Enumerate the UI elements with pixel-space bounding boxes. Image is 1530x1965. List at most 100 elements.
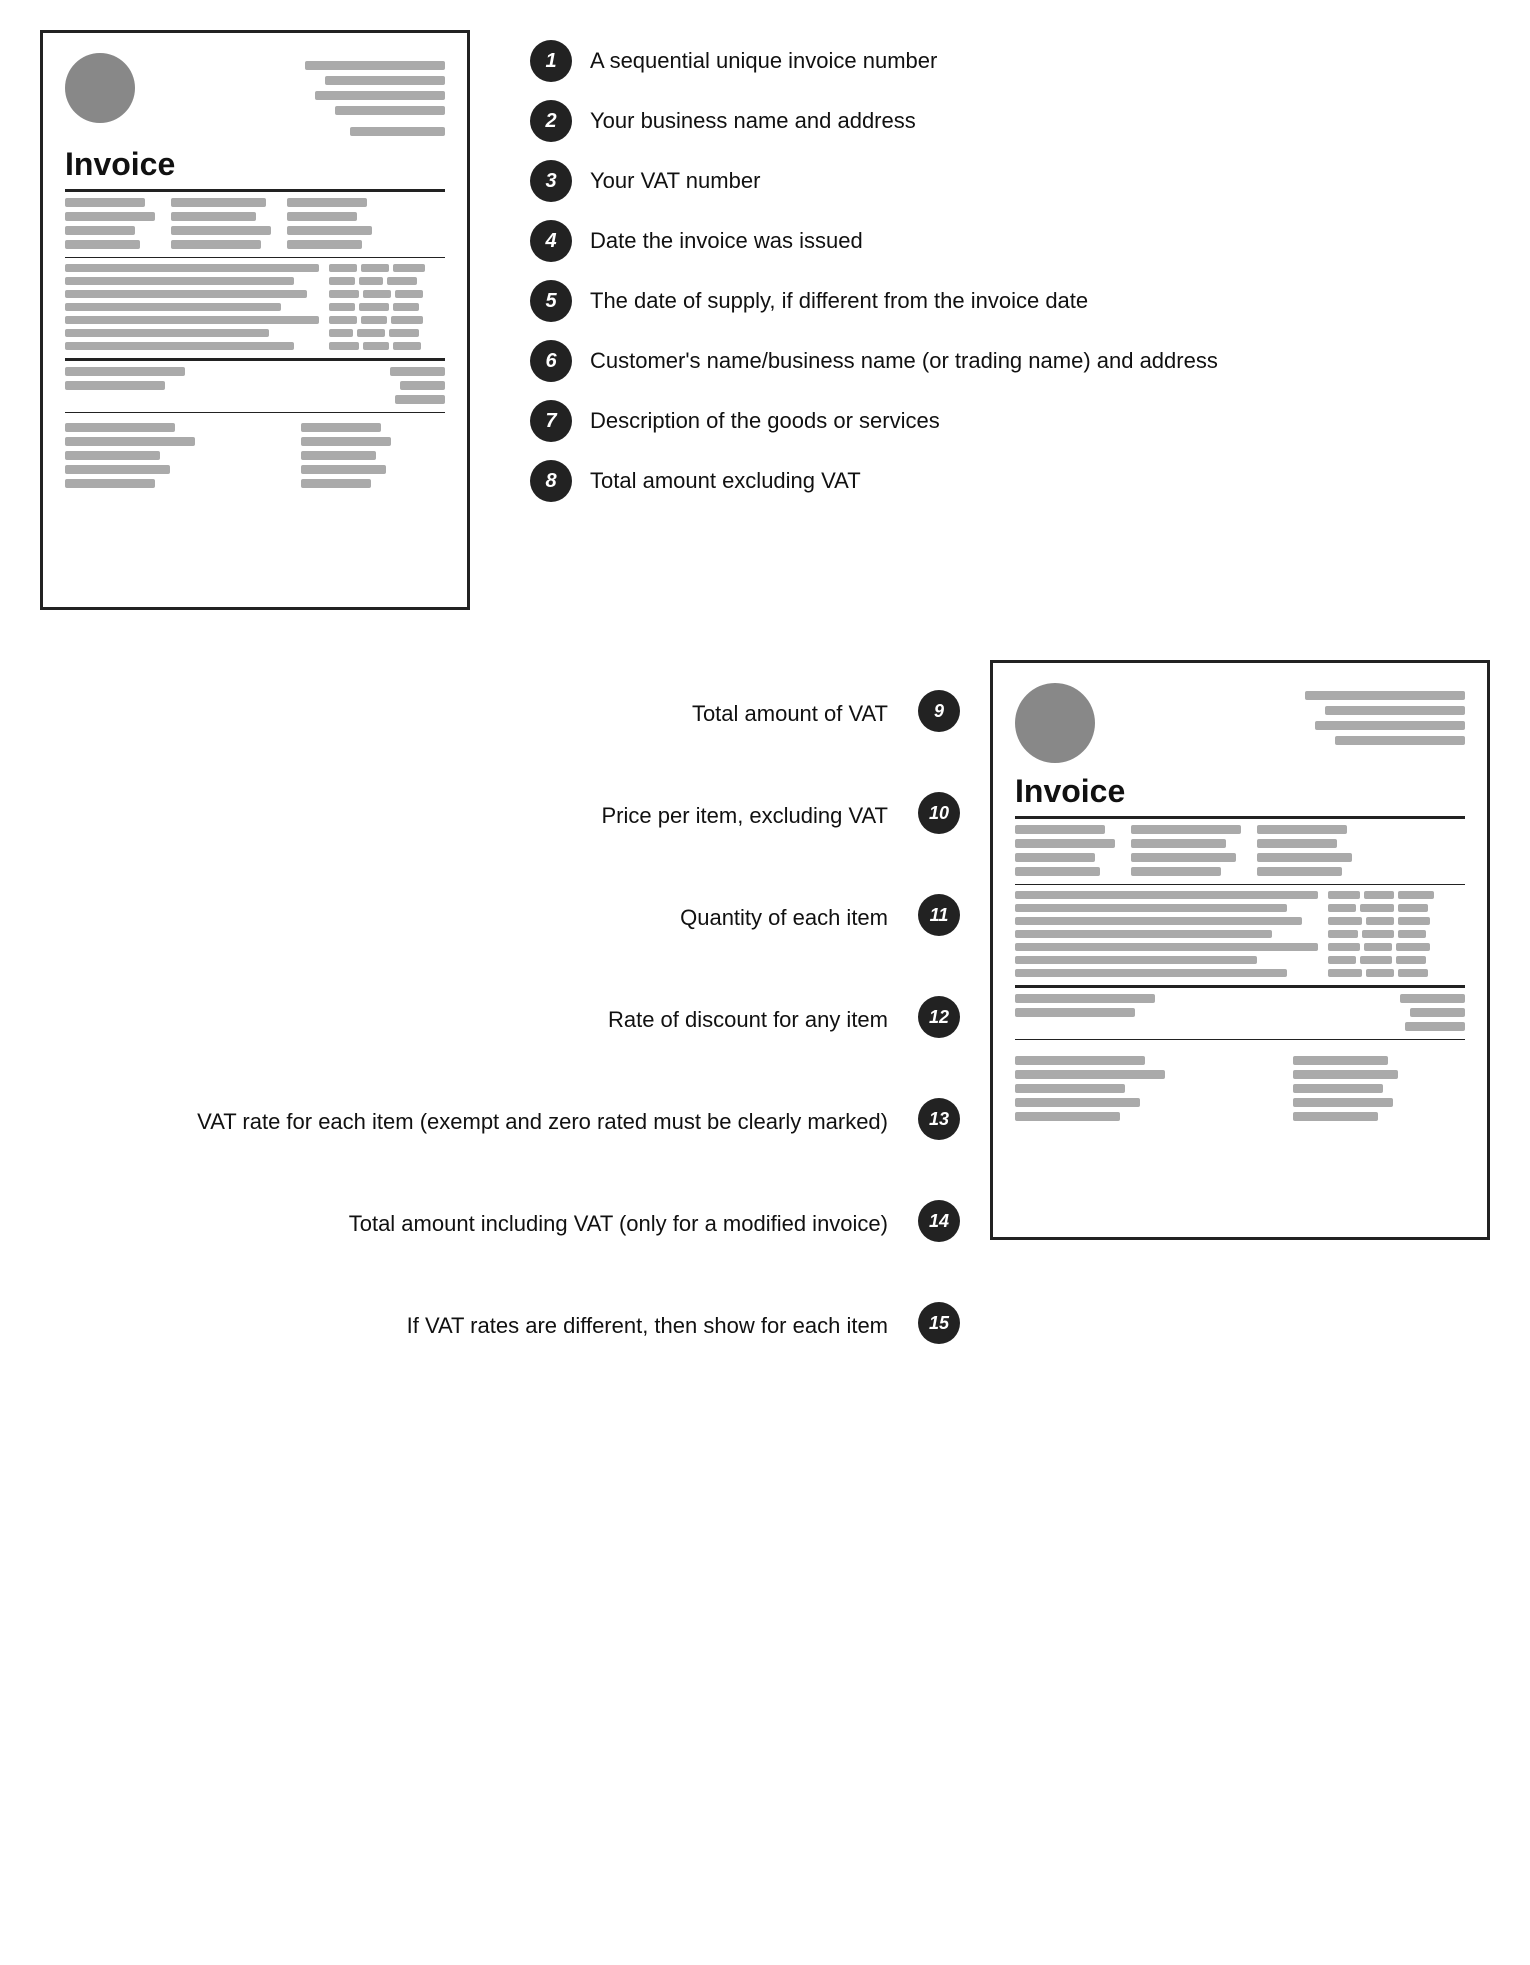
mock-line [65, 240, 140, 249]
invoice-bottom [65, 423, 445, 488]
invoice-mock-top: Invoice [40, 30, 470, 610]
mock-line [171, 198, 266, 207]
mock-line [1335, 736, 1465, 745]
item-text-15: If VAT rates are different, then show fo… [407, 1305, 888, 1341]
numbered-item-1: 1 A sequential unique invoice number [530, 40, 1490, 82]
invoice-title-top: Invoice [65, 146, 445, 183]
header-lines [305, 61, 445, 136]
col1 [65, 198, 155, 249]
numbered-item-3: 3 Your VAT number [530, 160, 1490, 202]
bottom-invoice-cols [1015, 825, 1465, 876]
mock-line [329, 303, 355, 311]
mock-line [65, 437, 195, 446]
mock-line [1015, 867, 1100, 876]
mock-line [329, 277, 355, 285]
mock-line [1015, 853, 1095, 862]
mock-line [361, 264, 389, 272]
item-text-13: VAT rate for each item (exempt and zero … [197, 1101, 888, 1137]
item-text-6: Customer's name/business name (or tradin… [590, 340, 1218, 376]
mock-line [1315, 721, 1465, 730]
badge-14: 14 [918, 1200, 960, 1242]
mock-row [329, 264, 445, 272]
badge-5: 5 [530, 280, 572, 322]
mock-line [1360, 956, 1392, 964]
mock-line [391, 316, 423, 324]
mock-line [1015, 825, 1105, 834]
badge-13: 13 [918, 1098, 960, 1140]
mock-line [1257, 839, 1337, 848]
mock-line [65, 342, 294, 350]
mock-line [1293, 1070, 1398, 1079]
mock-line [1015, 917, 1302, 925]
bottom-left [65, 423, 281, 488]
mock-line [1015, 943, 1318, 951]
mock-row [1328, 917, 1466, 925]
mock-line [65, 290, 307, 298]
mock-line [171, 212, 256, 221]
mock-line [1364, 891, 1394, 899]
mock-line [1015, 969, 1287, 977]
mock-line [1398, 930, 1426, 938]
foot-right [1293, 1056, 1465, 1121]
mock-line [400, 381, 445, 390]
badge-11: 11 [918, 894, 960, 936]
mock-line [301, 479, 371, 488]
mock-line [301, 451, 376, 460]
badge-15: 15 [918, 1302, 960, 1344]
mock-row [329, 329, 445, 337]
mock-line [1015, 1084, 1125, 1093]
mock-line [329, 329, 353, 337]
mock-line [1131, 853, 1236, 862]
mock-line [65, 316, 319, 324]
numbered-list-top: 1 A sequential unique invoice number 2 Y… [530, 30, 1490, 502]
mock-line [350, 127, 445, 136]
mock-line [1328, 956, 1356, 964]
mock-line [1398, 969, 1428, 977]
mock-line [1015, 1008, 1135, 1017]
mock-line [65, 465, 170, 474]
badge-6: 6 [530, 340, 572, 382]
mock-line [1366, 917, 1394, 925]
bottom-item-11: Quantity of each item 11 [40, 864, 980, 966]
item-text-8: Total amount excluding VAT [590, 460, 861, 496]
mock-row [329, 303, 445, 311]
mock-line [1400, 994, 1465, 1003]
mock-line [390, 367, 445, 376]
divider [1015, 884, 1465, 885]
badge-10: 10 [918, 792, 960, 834]
invoice-logo [65, 53, 135, 123]
bottom-item-13: VAT rate for each item (exempt and zero … [40, 1068, 980, 1170]
mock-line [65, 277, 294, 285]
item-text-1: A sequential unique invoice number [590, 40, 937, 76]
numbered-item-5: 5 The date of supply, if different from … [530, 280, 1490, 322]
mock-line [363, 290, 391, 298]
mock-line [1131, 839, 1226, 848]
totals-right [390, 367, 445, 404]
col2 [1131, 825, 1241, 876]
mock-row [329, 290, 445, 298]
mock-line [171, 240, 261, 249]
badge-9: 9 [918, 690, 960, 732]
mock-row [1328, 904, 1466, 912]
bottom-left-area: Total amount of VAT 9 Price per item, ex… [40, 650, 980, 1374]
mock-line [65, 329, 269, 337]
badge-12: 12 [918, 996, 960, 1038]
mock-line [363, 342, 389, 350]
mock-line [1015, 891, 1318, 899]
mock-line [395, 290, 423, 298]
bottom-invoice-foot [1015, 1056, 1465, 1121]
mock-line [287, 212, 357, 221]
mock-row [1328, 930, 1466, 938]
mock-line [1398, 891, 1434, 899]
numbered-item-6: 6 Customer's name/business name (or trad… [530, 340, 1490, 382]
invoice-mock-bottom: Invoice [990, 660, 1490, 1240]
mock-line [1360, 904, 1394, 912]
mock-line [1328, 943, 1360, 951]
col2 [171, 198, 271, 249]
mock-line [389, 329, 419, 337]
mock-line [1410, 1008, 1465, 1017]
item-text-11: Quantity of each item [680, 897, 888, 933]
divider [1015, 1039, 1465, 1040]
mock-line [1015, 1112, 1120, 1121]
mock-line [315, 91, 445, 100]
